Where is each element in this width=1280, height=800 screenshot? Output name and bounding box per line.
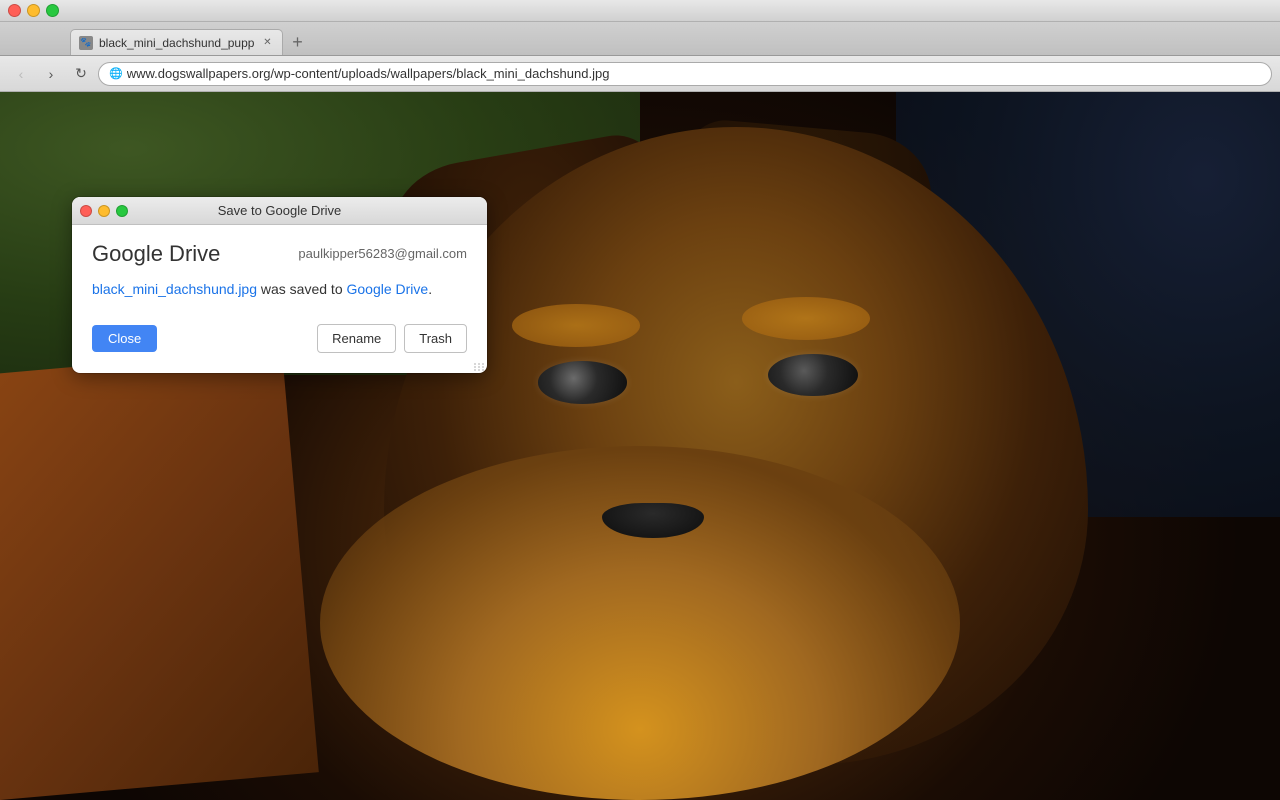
message-suffix: . — [428, 281, 432, 297]
dialog-app-name: Google Drive — [92, 241, 220, 267]
file-link[interactable]: black_mini_dachshund.jpg — [92, 281, 257, 297]
dialog-titlebar: Save to Google Drive — [72, 197, 487, 225]
dialog-container: Save to Google Drive Google Drive paulki… — [72, 197, 487, 373]
dialog-minimize-dot[interactable] — [98, 205, 110, 217]
tab-close-button[interactable]: ✕ — [260, 36, 274, 50]
wooden-plank — [0, 349, 319, 800]
tab-favicon: 🐾 — [79, 36, 93, 50]
dog-eye-left — [538, 361, 628, 403]
window-minimize-button[interactable] — [27, 4, 40, 17]
back-button[interactable]: ‹ — [8, 61, 34, 87]
rename-button[interactable]: Rename — [317, 324, 396, 353]
dialog-close-dot[interactable] — [80, 205, 92, 217]
dog-eyebrow-left — [512, 304, 640, 346]
forward-icon: › — [49, 66, 54, 82]
dialog-title: Save to Google Drive — [218, 203, 342, 218]
trash-button[interactable]: Trash — [404, 324, 467, 353]
resize-handle[interactable] — [473, 359, 487, 373]
forward-button[interactable]: › — [38, 61, 64, 87]
nav-bar: ‹ › ↻ 🌐 www.dogswallpapers.org/wp-conten… — [0, 56, 1280, 92]
window-maximize-button[interactable] — [46, 4, 59, 17]
save-to-drive-dialog: Save to Google Drive Google Drive paulki… — [72, 197, 487, 373]
message-middle: was saved to — [257, 281, 347, 297]
action-button-group: Rename Trash — [317, 324, 467, 353]
dog-eye-right — [768, 354, 858, 396]
dialog-header-row: Google Drive paulkipper56283@gmail.com — [92, 241, 467, 267]
google-drive-link[interactable]: Google Drive — [347, 281, 429, 297]
reload-button[interactable]: ↻ — [68, 61, 94, 87]
dialog-actions: Close Rename Trash — [92, 324, 467, 353]
content-area: Save to Google Drive Google Drive paulki… — [0, 92, 1280, 800]
address-bar[interactable]: 🌐 www.dogswallpapers.org/wp-content/uplo… — [98, 62, 1272, 86]
dialog-user-email: paulkipper56283@gmail.com — [298, 246, 467, 261]
new-tab-button[interactable]: + — [283, 29, 311, 55]
dialog-message: black_mini_dachshund.jpg was saved to Go… — [92, 279, 467, 300]
address-text: www.dogswallpapers.org/wp-content/upload… — [127, 66, 1261, 81]
close-button[interactable]: Close — [92, 325, 157, 352]
dog-eyebrow-right — [742, 297, 870, 339]
dog-chest — [320, 446, 960, 800]
dialog-traffic-lights — [80, 205, 128, 217]
dialog-maximize-dot[interactable] — [116, 205, 128, 217]
reload-icon: ↻ — [75, 65, 87, 82]
tab-title: black_mini_dachshund_pupp — [99, 36, 254, 50]
browser-window: 🐾 black_mini_dachshund_pupp ✕ + ‹ › ↻ 🌐 … — [0, 0, 1280, 800]
title-bar — [0, 0, 1280, 22]
browser-tab[interactable]: 🐾 black_mini_dachshund_pupp ✕ — [70, 29, 283, 55]
dialog-body: Google Drive paulkipper56283@gmail.com b… — [72, 225, 487, 373]
tab-bar: 🐾 black_mini_dachshund_pupp ✕ + — [0, 22, 1280, 56]
lock-icon: 🌐 — [109, 67, 123, 80]
window-close-button[interactable] — [8, 4, 21, 17]
back-icon: ‹ — [19, 66, 24, 82]
